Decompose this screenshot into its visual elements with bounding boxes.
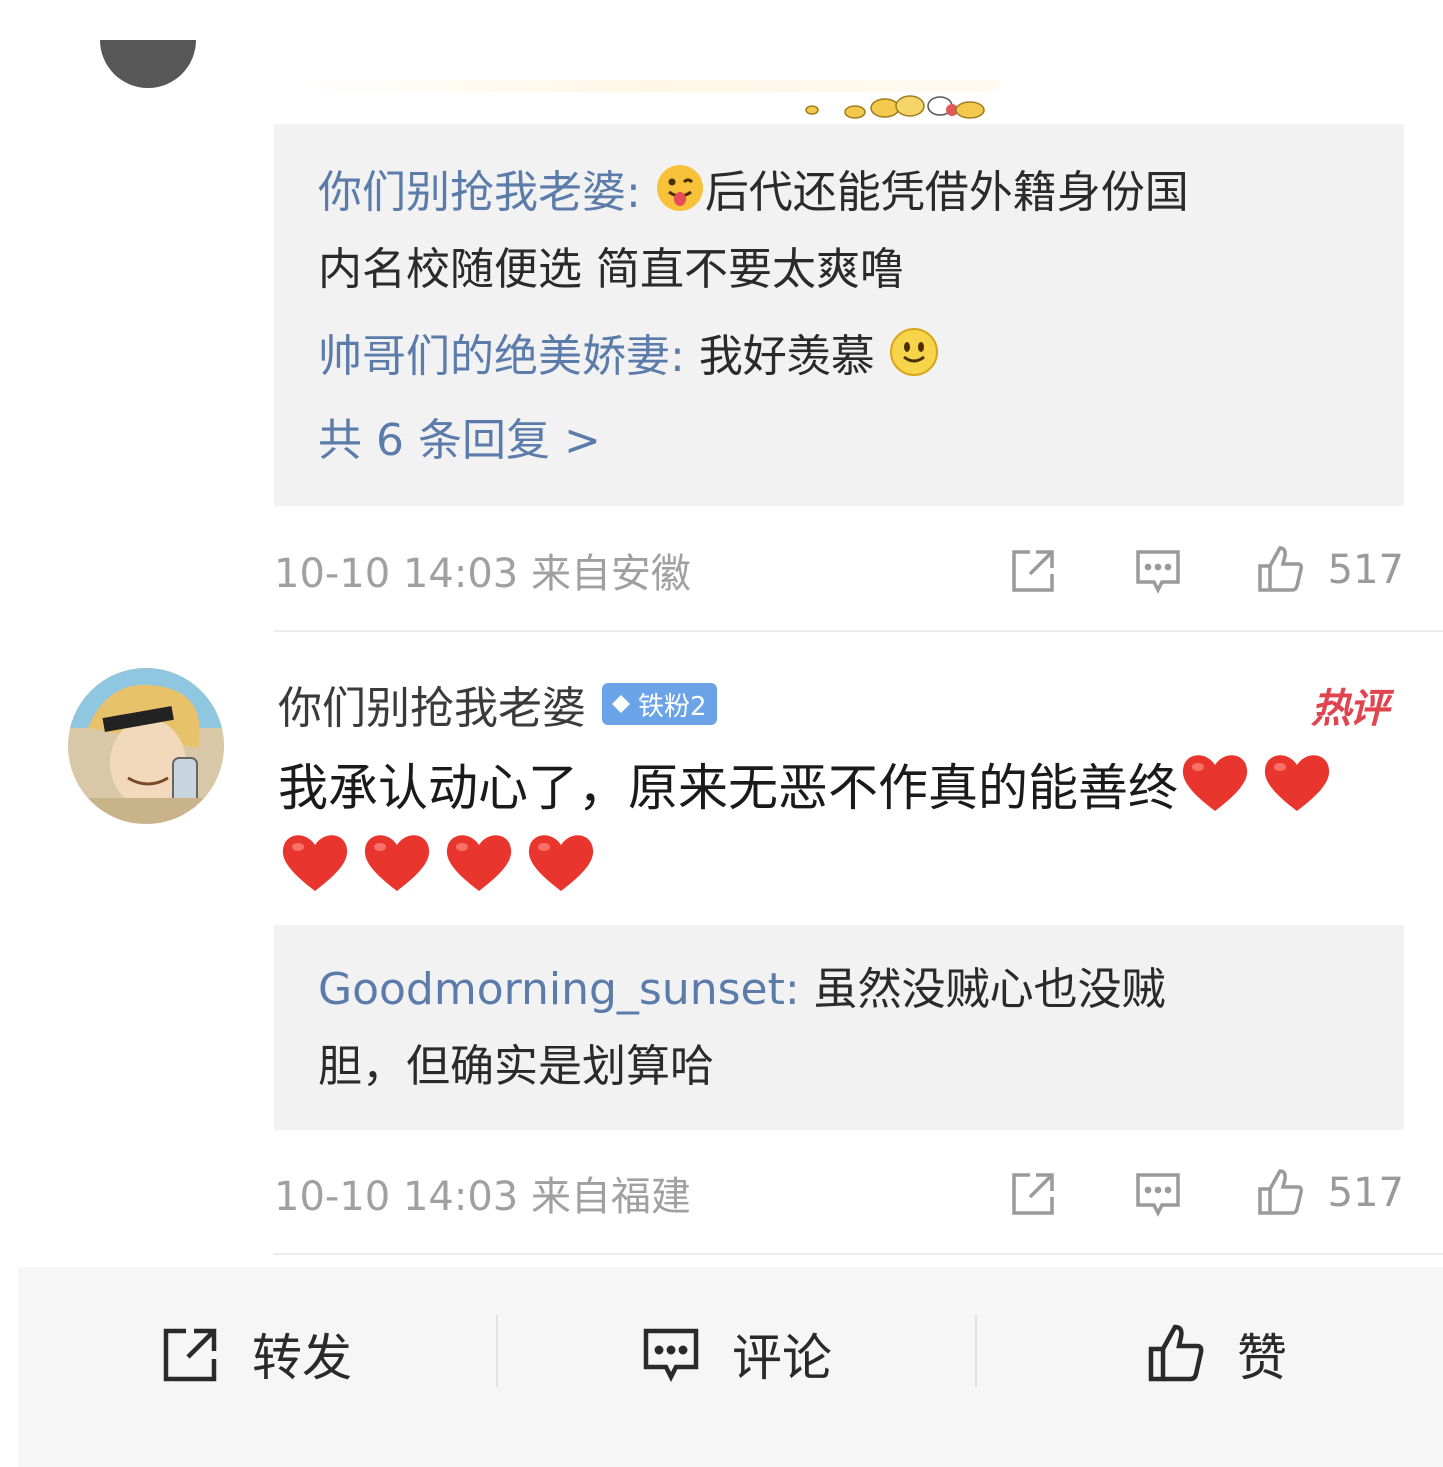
red-heart-icon: [1260, 749, 1334, 815]
smile-emoji-icon: [889, 328, 938, 376]
share-icon[interactable]: [1008, 1167, 1060, 1219]
hot-comment-tag: 热评: [1311, 686, 1389, 732]
divider: [274, 630, 1443, 632]
reply-item: Goodmorning_sunset: 虽然没贼心也没贼 胆，但确实是划算哈: [318, 964, 1166, 1092]
red-heart-icon: [1178, 749, 1252, 815]
reply-box-1[interactable]: 你们别抢我老婆: 后代还能凭借外籍身份国 内名校随便选 简直不要太爽噜 帅哥们的…: [274, 124, 1404, 506]
comment-time: 10-10 14:03 来自福建: [274, 1174, 691, 1220]
reply-item: 你们别抢我老婆: 后代还能凭借外籍身份国 内名校随便选 简直不要太爽噜: [318, 154, 1364, 308]
like-icon[interactable]: [1254, 1167, 1306, 1219]
repost-button[interactable]: 转发: [160, 1322, 352, 1387]
sticker-image: [805, 95, 985, 119]
comment-text: 我承认动心了，原来无恶不作真的能善终: [278, 748, 1388, 908]
fan-badge[interactable]: 铁粉2: [602, 683, 717, 725]
red-heart-icon: [442, 829, 516, 895]
thumbs-up-icon: [1148, 1324, 1204, 1382]
diamond-icon: [612, 695, 630, 713]
comment-header: 你们别抢我老婆 铁粉2: [278, 672, 717, 736]
like-count: 517: [1327, 1170, 1404, 1216]
like-button[interactable]: 赞: [1145, 1322, 1287, 1387]
bar-separator: [975, 1315, 977, 1387]
comment-icon[interactable]: [1132, 544, 1184, 596]
like-count: 517: [1327, 547, 1404, 593]
comment-meta-row: 10-10 14:03 来自安徽 517: [274, 540, 1404, 600]
comment-icon: [643, 1328, 699, 1383]
repost-icon: [163, 1328, 217, 1382]
reply-username-link[interactable]: 帅哥们的绝美娇妻: [318, 331, 670, 382]
comment-time: 10-10 14:03 来自安徽: [274, 551, 691, 597]
comment-username-link[interactable]: 你们别抢我老婆: [278, 672, 586, 736]
user-avatar[interactable]: [68, 668, 224, 824]
red-heart-icon: [524, 829, 598, 895]
reply-username-link[interactable]: 你们别抢我老婆: [318, 167, 626, 218]
red-heart-icon: [278, 829, 352, 895]
reply-item: 帅哥们的绝美娇妻: 我好羡慕: [318, 318, 1364, 395]
more-replies-link[interactable]: 共 6 条回复 >: [318, 401, 1364, 481]
previous-avatar: [100, 40, 196, 88]
divider: [274, 1253, 1443, 1255]
bar-separator: [496, 1315, 498, 1387]
red-heart-icon: [360, 829, 434, 895]
share-icon[interactable]: [1008, 544, 1060, 596]
comment-button[interactable]: 评论: [640, 1322, 832, 1387]
comment-icon[interactable]: [1132, 1167, 1184, 1219]
reply-box-2[interactable]: Goodmorning_sunset: 虽然没贼心也没贼 胆，但确实是划算哈: [274, 925, 1404, 1130]
reply-username-link[interactable]: Goodmorning_sunset: [318, 964, 785, 1015]
like-icon[interactable]: [1254, 544, 1306, 596]
comment-meta-row: 10-10 14:03 来自福建 517: [274, 1163, 1404, 1223]
tongue-emoji-icon: [656, 165, 703, 211]
